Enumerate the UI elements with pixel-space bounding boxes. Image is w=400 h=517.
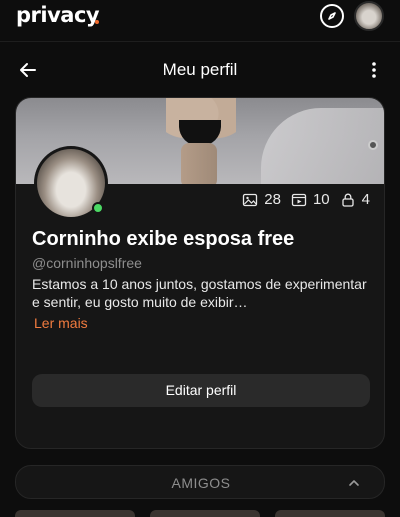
page-header: Meu perfil [0,50,400,90]
stat-locked[interactable]: 4 [340,191,370,208]
chevron-up-icon [349,480,359,486]
video-icon [291,193,307,206]
page-title: Meu perfil [162,60,238,79]
edit-profile-button[interactable]: Editar perfil [32,374,370,407]
profile-stats: 28 10 4 [242,191,370,208]
stat-photos-count: 28 [264,191,281,208]
read-more-link[interactable]: Ler mais [34,315,88,331]
friend-tile[interactable] [275,510,385,517]
more-vertical-icon[interactable] [362,58,386,82]
friend-tile[interactable] [150,510,260,517]
friends-preview-strip [0,510,400,517]
logo-dot [95,20,99,24]
app-logo[interactable]: privacy [16,3,100,27]
divider [0,41,400,42]
stat-videos[interactable]: 10 [291,191,330,208]
cover-bathtub-shape [261,108,384,184]
online-status-dot [92,202,104,214]
compass-icon[interactable] [320,4,344,28]
cover-drain-shape [368,140,378,150]
stat-photos[interactable]: 28 [242,191,281,208]
image-icon [243,193,258,206]
profile-name: Corninho exibe esposa free [32,228,295,250]
top-bar: privacy [0,0,400,36]
compass-glyph [328,12,336,20]
profile-bio: Estamos a 10 anos juntos, gostamos de ex… [32,276,367,310]
profile-card: 28 10 4 Corninho exibe esposa free @corn… [15,97,385,449]
friend-tile[interactable] [15,510,135,517]
friends-section-toggle[interactable]: AMIGOS [15,465,385,499]
more-vertical-glyph [372,62,376,78]
cover-legs-shape [181,143,217,184]
profile-handle: @corninhopslfree [32,255,142,271]
user-avatar[interactable] [354,1,384,31]
friends-label: AMIGOS [171,475,231,491]
stat-videos-count: 10 [312,191,330,208]
stat-locked-count: 4 [361,191,370,208]
lock-icon [342,193,354,207]
